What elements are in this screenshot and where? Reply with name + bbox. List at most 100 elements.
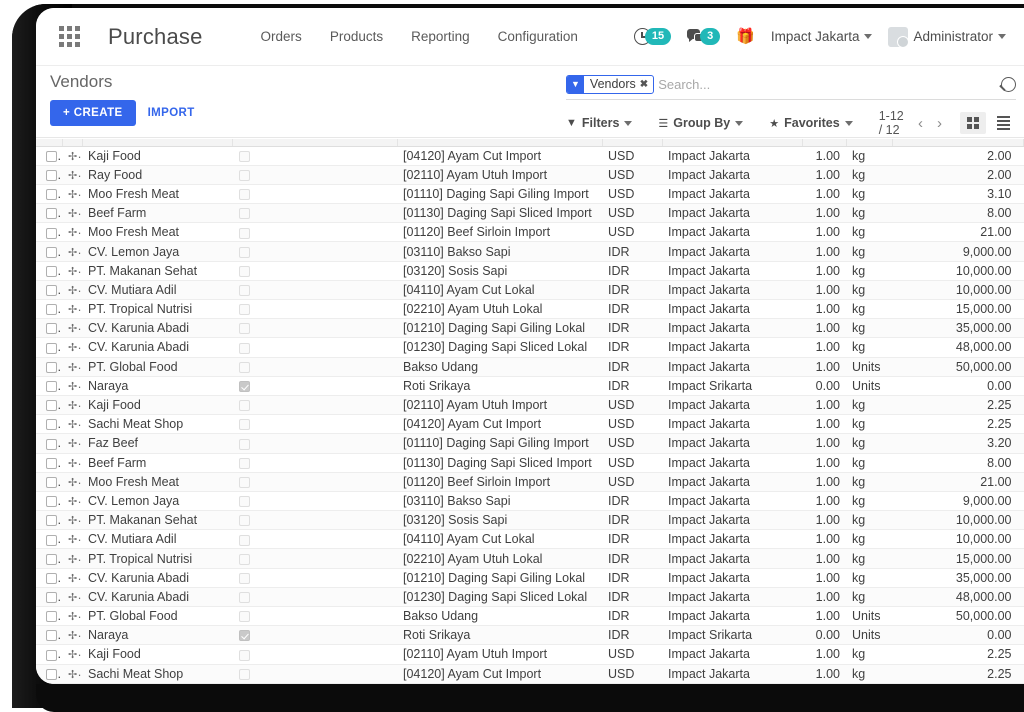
- remove-facet-icon[interactable]: ✖: [640, 79, 653, 90]
- row-handle-cell[interactable]: ✢: [62, 184, 82, 205]
- pager-next-button[interactable]: ›: [937, 115, 942, 132]
- table-row[interactable]: ✢ PT. Makanan Sehat [03120] Sosis Sapi IDR I…: [36, 510, 1024, 531]
- apps-grid-icon[interactable]: [52, 20, 86, 54]
- row-select-checkbox[interactable]: [46, 208, 57, 220]
- drag-handle-icon[interactable]: ✢: [68, 554, 77, 566]
- row-select-cell[interactable]: [36, 491, 62, 512]
- table-row[interactable]: ✢ CV. Karunia Abadi [01230] Daging Sapi Sl…: [36, 337, 1024, 358]
- row-handle-cell[interactable]: ✢: [62, 568, 82, 588]
- row-flag-checkbox[interactable]: [239, 304, 250, 316]
- drag-handle-icon[interactable]: ✢: [68, 247, 77, 259]
- table-row[interactable]: ✢ Moo Fresh Meat [01120] Beef Sirloin Impo…: [36, 472, 1024, 492]
- row-handle-cell[interactable]: ✢: [62, 395, 82, 416]
- row-handle-cell[interactable]: ✢: [62, 261, 82, 281]
- row-handle-cell[interactable]: ✢: [62, 529, 82, 550]
- drag-handle-icon[interactable]: ✢: [68, 535, 77, 546]
- row-select-checkbox[interactable]: [46, 611, 57, 623]
- cell-flag[interactable]: [232, 318, 397, 339]
- row-handle-cell[interactable]: ✢: [62, 548, 82, 569]
- cell-flag[interactable]: [232, 184, 397, 205]
- row-select-cell[interactable]: [36, 357, 62, 377]
- drag-handle-icon[interactable]: ✢: [68, 285, 77, 297]
- row-select-cell[interactable]: [36, 644, 62, 665]
- cell-flag[interactable]: [232, 683, 397, 684]
- row-select-checkbox[interactable]: [46, 361, 57, 373]
- table-row[interactable]: ✢ PT. Makanan Sehat [03120] Sosis Sapi IDR I…: [36, 261, 1024, 281]
- table-row[interactable]: ✢ CV. Karunia Abadi [01230] Daging Sapi Sl…: [36, 587, 1024, 608]
- row-select-checkbox[interactable]: [46, 457, 57, 469]
- row-flag-checkbox[interactable]: [239, 496, 250, 508]
- row-flag-checkbox[interactable]: [239, 189, 250, 201]
- row-flag-checkbox[interactable]: [239, 246, 250, 258]
- table-row[interactable]: ✢ PT. Tropical Nutrisi [02210] Ayam Utuh L…: [36, 299, 1024, 320]
- row-select-cell[interactable]: [36, 146, 62, 166]
- row-flag-checkbox[interactable]: [239, 611, 250, 623]
- cell-flag[interactable]: [232, 625, 397, 646]
- row-select-cell[interactable]: [36, 606, 62, 627]
- menu-item-products[interactable]: Products: [330, 29, 383, 44]
- cell-flag[interactable]: [232, 203, 397, 224]
- row-flag-checkbox[interactable]: [239, 381, 250, 393]
- table-row[interactable]: ✢ CV. Mutiara Adil [04110] Ayam Cut Lokal I…: [36, 280, 1024, 301]
- drag-handle-icon[interactable]: ✢: [68, 189, 77, 201]
- row-handle-cell[interactable]: ✢: [62, 625, 82, 646]
- row-select-checkbox[interactable]: [46, 169, 57, 181]
- row-select-cell[interactable]: [36, 241, 62, 262]
- filters-dropdown[interactable]: ▼ Filters: [566, 116, 633, 130]
- row-handle-cell[interactable]: ✢: [62, 644, 82, 665]
- table-row[interactable]: ✢ CV. Karunia Abadi [01210] Daging Sapi Gi…: [36, 318, 1024, 339]
- row-select-cell[interactable]: [36, 453, 62, 473]
- table-row[interactable]: ✢ CV. Karunia Abadi [01210] Daging Sapi Gi…: [36, 568, 1024, 588]
- cell-flag[interactable]: [232, 414, 397, 435]
- row-handle-cell[interactable]: ✢: [62, 146, 82, 166]
- cell-flag[interactable]: [232, 529, 397, 550]
- drag-handle-icon[interactable]: ✢: [68, 592, 77, 604]
- row-handle-cell[interactable]: ✢: [62, 337, 82, 358]
- table-row[interactable]: ✢ PT. Global Food Bakso Udang IDR Impact Jak…: [36, 357, 1024, 377]
- table-row[interactable]: ✢Faz Beef [01110] Daging Sapi Giling Impo…: [36, 683, 1024, 684]
- drag-handle-icon[interactable]: ✢: [68, 650, 77, 661]
- row-handle-cell[interactable]: ✢: [62, 241, 82, 262]
- table-row[interactable]: ✢ PT. Tropical Nutrisi [02210] Ayam Utuh L…: [36, 548, 1024, 569]
- row-select-cell[interactable]: [36, 433, 62, 454]
- row-flag-checkbox[interactable]: [239, 438, 250, 450]
- row-flag-checkbox[interactable]: [239, 285, 250, 297]
- row-handle-cell[interactable]: ✢: [62, 414, 82, 435]
- row-flag-checkbox[interactable]: [239, 630, 250, 642]
- cell-flag[interactable]: [232, 357, 397, 377]
- drag-handle-icon[interactable]: ✢: [68, 343, 77, 354]
- cell-flag[interactable]: [232, 395, 397, 416]
- cell-flag[interactable]: [232, 587, 397, 608]
- search-icon[interactable]: [1001, 76, 1016, 92]
- drag-handle-icon[interactable]: ✢: [68, 401, 77, 412]
- row-select-cell[interactable]: [36, 529, 62, 550]
- row-select-checkbox[interactable]: [46, 630, 57, 642]
- drag-handle-icon[interactable]: ✢: [68, 669, 77, 681]
- company-switcher[interactable]: Impact Jakarta: [771, 29, 873, 44]
- row-handle-cell[interactable]: ✢: [62, 510, 82, 531]
- drag-handle-icon[interactable]: ✢: [68, 381, 77, 393]
- row-select-cell[interactable]: [36, 472, 62, 492]
- row-select-cell[interactable]: [36, 625, 62, 646]
- drag-handle-icon[interactable]: ✢: [68, 266, 77, 278]
- search-facet-vendors[interactable]: ▼ Vendors ✖: [566, 74, 655, 94]
- row-select-checkbox[interactable]: [46, 342, 57, 354]
- row-flag-checkbox[interactable]: [239, 476, 250, 488]
- row-handle-cell[interactable]: ✢: [62, 357, 82, 377]
- row-select-checkbox[interactable]: [46, 553, 57, 565]
- row-select-cell[interactable]: [36, 395, 62, 416]
- row-flag-checkbox[interactable]: [239, 649, 250, 661]
- drag-handle-icon[interactable]: ✢: [68, 362, 77, 374]
- row-handle-cell[interactable]: ✢: [62, 222, 82, 243]
- row-select-checkbox[interactable]: [46, 534, 57, 546]
- row-select-checkbox[interactable]: [46, 400, 57, 412]
- cell-flag[interactable]: [232, 491, 397, 512]
- row-select-checkbox[interactable]: [46, 304, 57, 316]
- drag-handle-icon[interactable]: ✢: [68, 324, 77, 335]
- drag-handle-icon[interactable]: ✢: [68, 477, 77, 489]
- table-row[interactable]: ✢ Beef Farm [01130] Daging Sapi Sliced Imp…: [36, 203, 1024, 224]
- row-select-cell[interactable]: [36, 299, 62, 320]
- table-row[interactable]: ✢ Naraya Roti Srikaya IDR Impact Srikarta 0.0…: [36, 376, 1024, 396]
- row-select-checkbox[interactable]: [46, 476, 57, 488]
- table-row[interactable]: ✢ Kaji Food [02110] Ayam Utuh Import USD Imp…: [36, 644, 1024, 665]
